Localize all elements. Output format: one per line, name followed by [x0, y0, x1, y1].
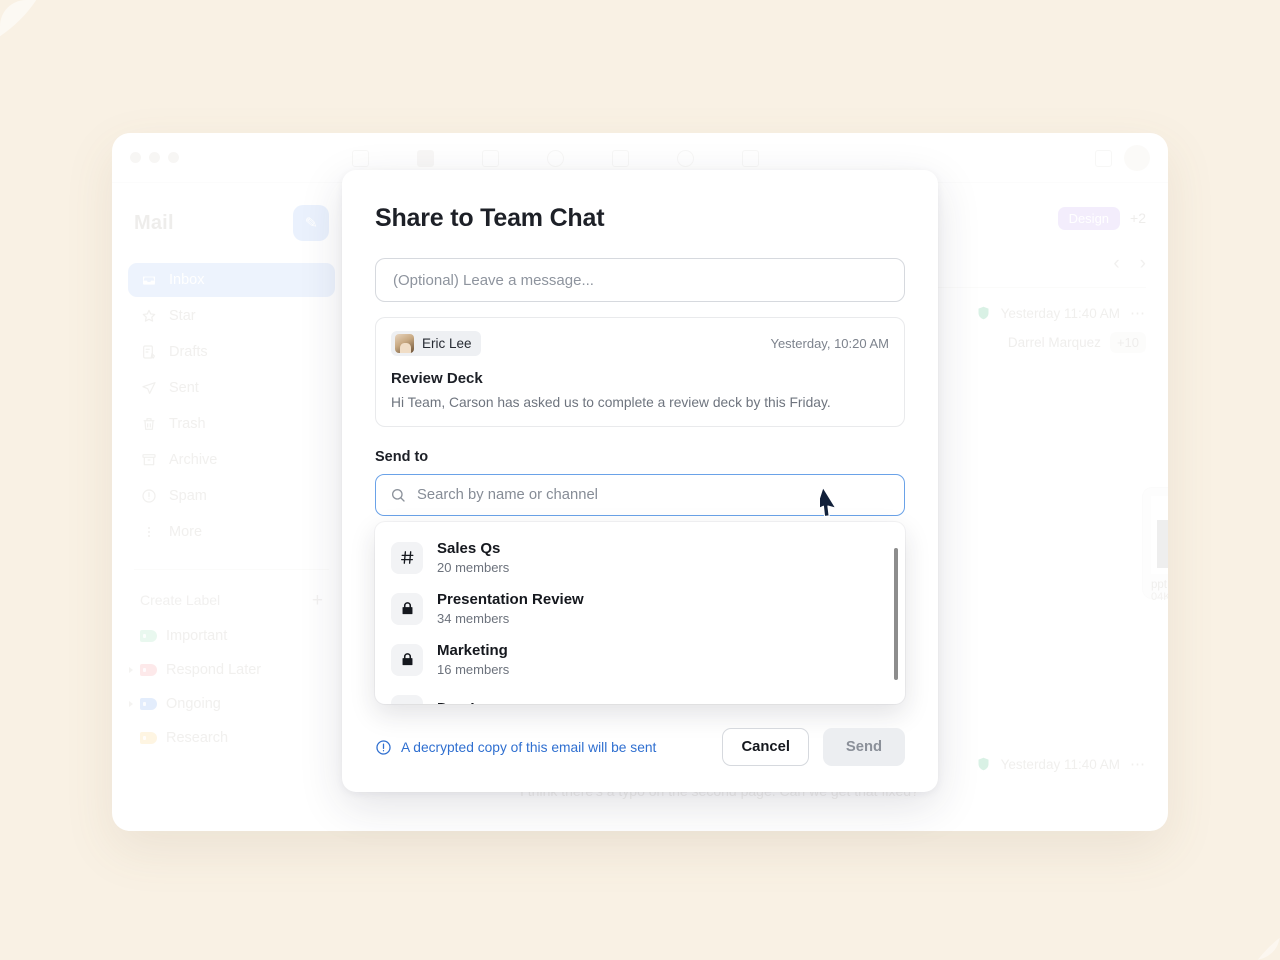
- channel-name: Dog Lovers: [437, 700, 520, 704]
- quoted-timestamp: Yesterday, 10:20 AM: [770, 336, 889, 351]
- dialog-footer: A decrypted copy of this email will be s…: [375, 728, 905, 766]
- list-item[interactable]: Sales Qs 20 members: [375, 532, 905, 583]
- channel-name: Presentation Review: [437, 590, 584, 608]
- list-item[interactable]: Dog Lovers: [375, 685, 905, 704]
- channel-name: Sales Qs: [437, 539, 501, 557]
- channel-members: 20 members: [437, 560, 510, 576]
- decrypted-copy-notice: A decrypted copy of this email will be s…: [375, 739, 656, 756]
- channel-name: Marketing: [437, 641, 508, 659]
- search-icon: [390, 487, 406, 503]
- quoted-email-card: Eric Lee Yesterday, 10:20 AM Review Deck…: [375, 317, 905, 427]
- search-box[interactable]: [375, 474, 905, 516]
- sender-name: Eric Lee: [422, 336, 472, 351]
- channel-members: 34 members: [437, 611, 510, 627]
- sender-chip: Eric Lee: [391, 331, 481, 356]
- notice-text: A decrypted copy of this email will be s…: [401, 739, 657, 755]
- footer-buttons: Cancel Send: [722, 728, 905, 766]
- send-button[interactable]: Send: [823, 728, 905, 766]
- recipient-search-wrapper: Sales Qs 20 members Presentation Review …: [375, 474, 905, 704]
- share-to-team-chat-dialog: Share to Team Chat Eric Lee Yesterday, 1…: [342, 170, 938, 792]
- recipient-results-dropdown[interactable]: Sales Qs 20 members Presentation Review …: [375, 522, 905, 704]
- search-input[interactable]: [417, 487, 890, 503]
- info-circle-icon: [375, 739, 392, 756]
- cancel-button[interactable]: Cancel: [722, 728, 809, 766]
- hash-icon: [391, 541, 423, 574]
- lock-icon: [391, 694, 423, 704]
- quoted-subject: Review Deck: [391, 370, 483, 387]
- lock-icon: [391, 643, 423, 676]
- list-item[interactable]: Marketing 16 members: [375, 634, 905, 685]
- scrollbar[interactable]: [894, 548, 898, 680]
- avatar: [395, 334, 414, 353]
- page-canvas: Mail ✎ Inbox Star Drafts Sent Trash Arch…: [0, 0, 1280, 960]
- lock-icon: [391, 592, 423, 625]
- list-item[interactable]: Presentation Review 34 members: [375, 583, 905, 634]
- quoted-snippet: Hi Team, Carson has asked us to complete…: [391, 395, 831, 410]
- channel-members: 16 members: [437, 662, 510, 678]
- message-input[interactable]: [375, 258, 905, 302]
- send-to-label: Send to: [375, 449, 429, 465]
- dialog-title: Share to Team Chat: [375, 204, 605, 232]
- results-scroll-area[interactable]: Sales Qs 20 members Presentation Review …: [375, 522, 905, 704]
